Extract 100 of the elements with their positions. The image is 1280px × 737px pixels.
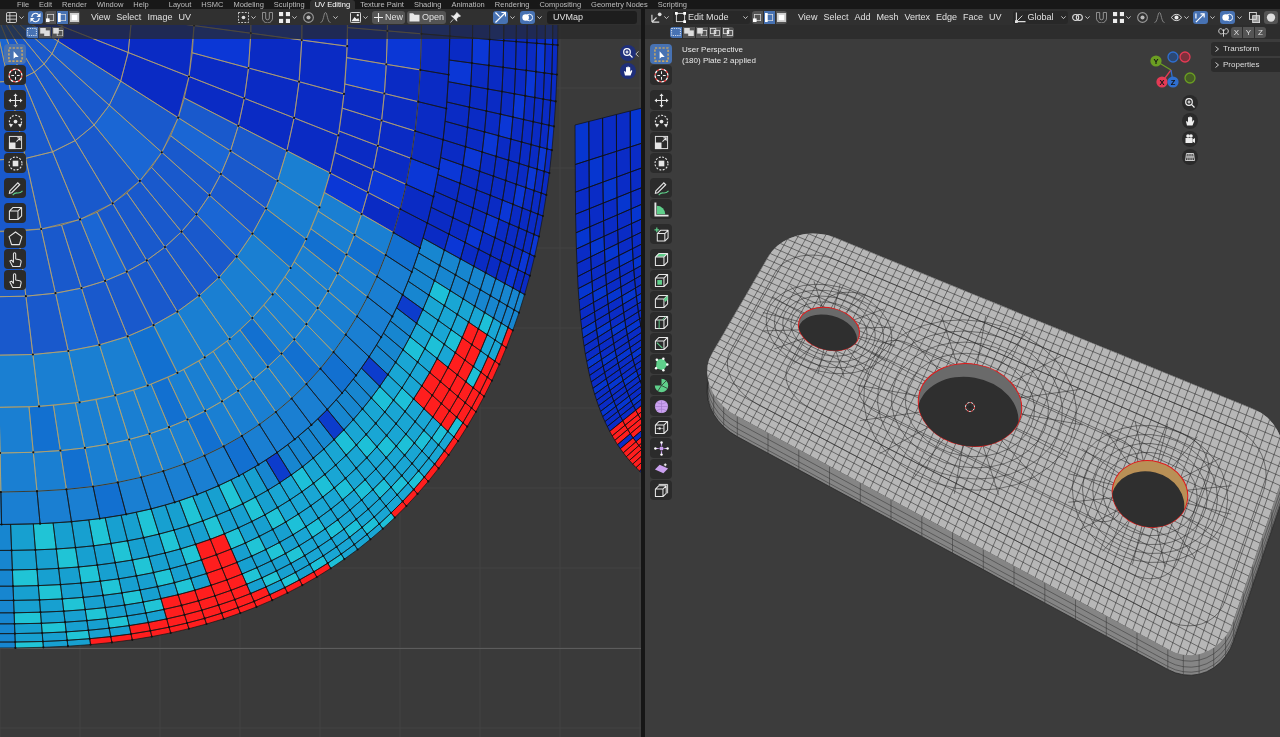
menu-item[interactable]: View xyxy=(88,10,114,24)
tool-button[interactable] xyxy=(650,459,672,479)
grid-plane-icon[interactable] xyxy=(1182,149,1198,165)
axis-toggle[interactable]: X xyxy=(1231,26,1242,38)
menu-item[interactable]: Edge xyxy=(932,10,960,24)
editor-type-dropdown[interactable] xyxy=(4,10,26,24)
axis-ball[interactable] xyxy=(1184,72,1196,84)
overlays-toggle[interactable] xyxy=(1219,10,1235,24)
shading-button[interactable] xyxy=(1263,10,1278,24)
select-mode-button[interactable] xyxy=(722,26,734,38)
menu-item[interactable]: Mesh xyxy=(873,10,902,24)
falloff-dropdown[interactable] xyxy=(317,10,340,24)
xray-toggle[interactable] xyxy=(1246,10,1262,24)
panel-header[interactable]: Transform xyxy=(1211,42,1280,56)
hand-icon[interactable] xyxy=(1182,113,1198,129)
camera-icon[interactable] xyxy=(1182,131,1198,147)
snap-toggle[interactable] xyxy=(1093,10,1109,24)
caret-icon[interactable] xyxy=(1209,15,1215,19)
caret-icon[interactable] xyxy=(537,15,542,19)
tool-button[interactable] xyxy=(650,438,672,458)
select-mode-button[interactable] xyxy=(709,26,721,38)
sync-selection-toggle[interactable] xyxy=(28,10,43,24)
tool-button[interactable] xyxy=(4,65,26,85)
tool-button[interactable] xyxy=(650,375,672,395)
tool-button[interactable] xyxy=(650,417,672,437)
select-mode-button[interactable] xyxy=(776,10,788,24)
tool-button[interactable] xyxy=(650,224,672,244)
caret-icon[interactable] xyxy=(510,15,515,19)
select-mode-button[interactable] xyxy=(52,26,64,38)
pin-button[interactable] xyxy=(447,10,463,24)
menu-item[interactable]: UV xyxy=(986,10,1005,24)
orientation-dropdown[interactable]: Global xyxy=(1012,10,1068,24)
mode-dropdown[interactable]: Edit Mode xyxy=(673,10,751,24)
tool-button[interactable] xyxy=(4,249,26,269)
select-mode-button[interactable] xyxy=(45,10,56,24)
overlays-toggle[interactable] xyxy=(520,10,535,24)
menu-item[interactable]: Select xyxy=(820,10,852,24)
hand-icon[interactable] xyxy=(620,63,636,79)
pivot-dropdown[interactable] xyxy=(235,10,258,24)
tool-button[interactable] xyxy=(650,480,672,500)
tool-button[interactable] xyxy=(650,44,672,64)
tool-button[interactable] xyxy=(650,65,672,85)
tool-button[interactable] xyxy=(4,153,26,173)
tool-button[interactable] xyxy=(4,228,26,248)
select-mode-button[interactable] xyxy=(69,10,80,24)
tool-button[interactable] xyxy=(4,90,26,110)
tool-button[interactable] xyxy=(650,354,672,374)
axis-toggle[interactable]: Z xyxy=(1255,26,1266,38)
tool-button[interactable] xyxy=(4,111,26,131)
new-image-button[interactable]: New xyxy=(371,10,405,24)
chevron-left-icon[interactable] xyxy=(635,51,639,57)
tool-button[interactable] xyxy=(650,90,672,110)
menu-item[interactable]: UV xyxy=(175,10,194,24)
menu-item[interactable]: Face xyxy=(960,10,986,24)
gizmos-toggle[interactable] xyxy=(1192,10,1208,24)
tool-button[interactable] xyxy=(650,396,672,416)
axis-ball[interactable] xyxy=(1179,51,1191,63)
tool-button[interactable] xyxy=(4,203,26,223)
tool-button[interactable] xyxy=(4,132,26,152)
tool-button[interactable] xyxy=(650,153,672,173)
menu-item[interactable]: View xyxy=(795,10,821,24)
tool-button[interactable] xyxy=(650,178,672,198)
uv-map-field[interactable]: UVMap xyxy=(547,10,637,24)
select-mode-button[interactable] xyxy=(26,26,38,38)
select-mode-button[interactable] xyxy=(57,10,68,24)
zoom-icon[interactable] xyxy=(1182,95,1198,111)
select-mode-button[interactable] xyxy=(764,10,776,24)
tool-button[interactable] xyxy=(650,291,672,311)
tool-button[interactable] xyxy=(650,333,672,353)
select-mode-button[interactable] xyxy=(39,26,51,38)
tool-button[interactable] xyxy=(650,270,672,290)
select-mode-button[interactable] xyxy=(696,26,708,38)
snap-toggle[interactable] xyxy=(259,10,275,24)
menu-item[interactable]: Vertex xyxy=(901,10,933,24)
tool-button[interactable] xyxy=(650,249,672,269)
sticky-select-toggle[interactable] xyxy=(493,10,508,24)
select-mode-button[interactable] xyxy=(752,10,764,24)
tool-button[interactable] xyxy=(650,132,672,152)
tool-button[interactable] xyxy=(650,111,672,131)
open-image-button[interactable]: Open xyxy=(406,10,446,24)
caret-icon[interactable] xyxy=(1236,15,1242,19)
tool-button[interactable] xyxy=(650,199,672,219)
axis-toggle[interactable]: Y xyxy=(1243,26,1254,38)
panel-header[interactable]: Properties xyxy=(1211,58,1280,72)
editor-type-dropdown[interactable] xyxy=(649,10,671,24)
select-mode-button[interactable] xyxy=(670,26,682,38)
menu-item[interactable]: Select xyxy=(113,10,145,24)
image-browse-dropdown[interactable] xyxy=(347,10,370,24)
tool-button[interactable] xyxy=(4,270,26,290)
menu-item[interactable]: Image xyxy=(144,10,176,24)
proportional-edit-toggle[interactable] xyxy=(300,10,316,24)
snap-target-dropdown[interactable] xyxy=(276,10,299,24)
snap-target-dropdown[interactable] xyxy=(1110,10,1133,24)
proportional-edit-toggle[interactable] xyxy=(1134,10,1150,24)
select-mode-button[interactable] xyxy=(683,26,695,38)
menu-item[interactable]: Add xyxy=(851,10,874,24)
tool-button[interactable] xyxy=(650,312,672,332)
filled-square-icon xyxy=(777,12,787,22)
zoom-icon[interactable] xyxy=(620,45,636,61)
tool-button[interactable] xyxy=(4,178,26,198)
